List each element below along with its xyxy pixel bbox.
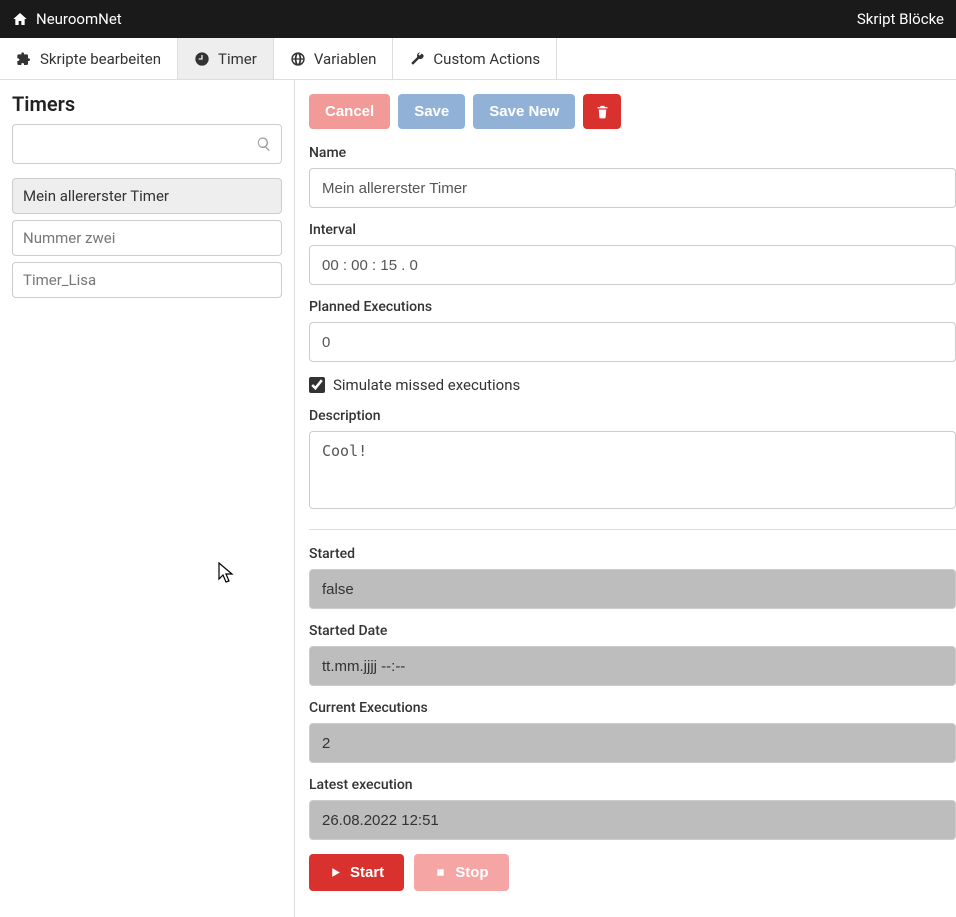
started-date-field (309, 646, 956, 686)
interval-field[interactable] (309, 245, 956, 285)
clock-icon (194, 51, 210, 67)
content: Cancel Save Save New Name Interval Plann… (295, 80, 956, 917)
simulate-label: Simulate missed executions (333, 376, 520, 394)
start-button[interactable]: Start (309, 854, 404, 891)
started-field (309, 569, 956, 609)
topbar-title: Skript Blöcke (857, 10, 944, 28)
started-date-label: Started Date (309, 623, 956, 639)
save-new-button[interactable]: Save New (473, 94, 575, 129)
start-label: Start (350, 864, 384, 881)
search-input[interactable] (12, 124, 282, 164)
stop-label: Stop (455, 864, 488, 881)
separator (309, 529, 956, 530)
trash-icon (595, 104, 610, 119)
current-exec-field (309, 723, 956, 763)
started-label: Started (309, 546, 956, 562)
description-label: Description (309, 408, 956, 424)
tab-label: Timer (218, 50, 257, 68)
delete-button[interactable] (583, 94, 621, 129)
sidebar: Timers Mein allererster Timer Nummer zwe… (0, 80, 295, 917)
button-row: Cancel Save Save New (309, 94, 956, 129)
wrench-icon (409, 51, 425, 67)
puzzle-icon (16, 51, 32, 67)
interval-label: Interval (309, 222, 956, 238)
planned-label: Planned Executions (309, 299, 956, 315)
search-icon[interactable] (256, 136, 272, 152)
tab-skripte-bearbeiten[interactable]: Skripte bearbeiten (0, 38, 178, 79)
list-item[interactable]: Nummer zwei (12, 220, 282, 256)
play-icon (329, 866, 342, 879)
name-field[interactable] (309, 168, 956, 208)
brand[interactable]: NeuroomNet (12, 10, 122, 28)
planned-field[interactable] (309, 322, 956, 362)
tab-label: Skripte bearbeiten (40, 50, 161, 68)
tab-timer[interactable]: Timer (178, 38, 274, 79)
latest-exec-label: Latest execution (309, 777, 956, 793)
name-label: Name (309, 145, 956, 161)
current-exec-label: Current Executions (309, 700, 956, 716)
tab-label: Custom Actions (433, 50, 540, 68)
globe-icon (290, 51, 306, 67)
tab-variablen[interactable]: Variablen (274, 38, 394, 79)
brand-label: NeuroomNet (36, 10, 122, 28)
save-button[interactable]: Save (398, 94, 465, 129)
tabs-bar: Skripte bearbeiten Timer Variablen Custo… (0, 38, 956, 80)
latest-exec-field (309, 800, 956, 840)
home-icon (12, 11, 28, 27)
topbar: NeuroomNet Skript Blöcke (0, 0, 956, 38)
list-item[interactable]: Timer_Lisa (12, 262, 282, 298)
simulate-checkbox[interactable] (309, 377, 325, 393)
cancel-button[interactable]: Cancel (309, 94, 390, 129)
list-item[interactable]: Mein allererster Timer (12, 178, 282, 214)
stop-icon (434, 866, 447, 879)
sidebar-heading: Timers (12, 92, 282, 116)
stop-button[interactable]: Stop (414, 854, 508, 891)
tab-custom-actions[interactable]: Custom Actions (393, 38, 557, 79)
tab-label: Variablen (314, 50, 377, 68)
description-field[interactable] (309, 431, 956, 509)
timer-list: Mein allererster Timer Nummer zwei Timer… (12, 178, 282, 298)
